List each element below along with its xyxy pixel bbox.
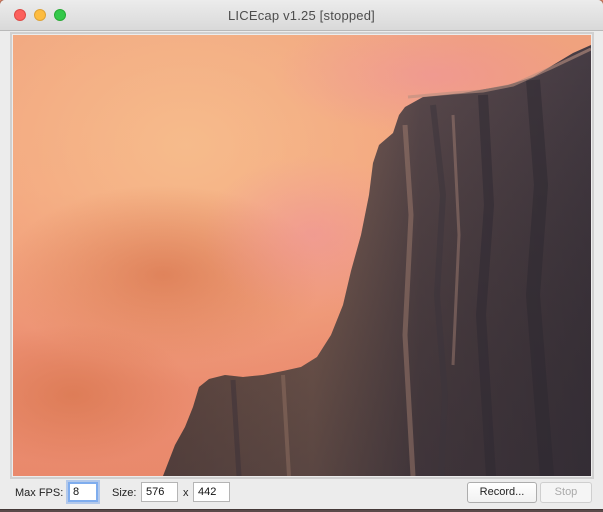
capture-frame[interactable] [10,32,594,479]
window-title: LICEcap v1.25 [stopped] [228,8,375,23]
size-label: Size: [112,487,137,499]
size-separator: x [183,487,189,499]
licecap-window: LICEcap v1.25 [stopped] Max FPS: 8 Size:… [0,0,603,509]
stop-button[interactable]: Stop [540,482,592,503]
max-fps-label: Max FPS: [15,487,64,499]
height-input[interactable]: 442 [193,482,230,502]
title-bar[interactable]: LICEcap v1.25 [stopped] [0,0,603,31]
max-fps-input[interactable]: 8 [68,482,98,502]
record-button[interactable]: Record... [467,482,537,503]
width-input[interactable]: 576 [141,482,178,502]
bottom-toolbar: Max FPS: 8 Size: 576 x 442 Record... Sto… [0,479,603,509]
